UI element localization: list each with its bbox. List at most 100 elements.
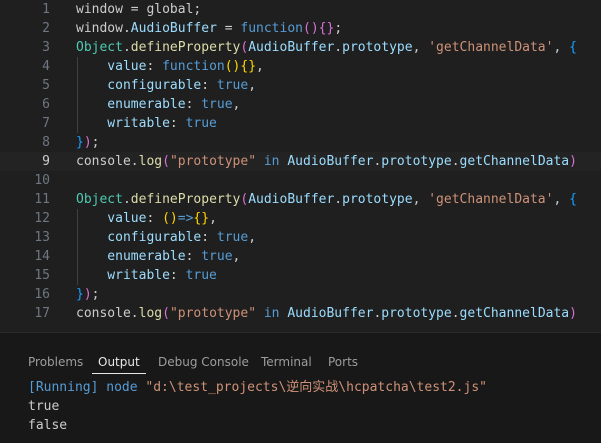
tab-problems[interactable]: Problems — [28, 351, 83, 373]
code-token: AudioBuffer — [130, 21, 217, 36]
code-line[interactable]: 16}); — [0, 285, 601, 304]
code-token: : — [169, 116, 186, 131]
code-editor[interactable]: 1 window = global; 2 window.AudioBuffer = f… — [0, 0, 601, 332]
code-token: = — [122, 2, 147, 17]
code-token: . — [122, 21, 131, 36]
code-line[interactable]: 17 console.log("prototype" in AudioBuffer… — [0, 304, 601, 323]
code-line[interactable]: 11 Object.defineProperty(AudioBuffer.prot… — [0, 190, 601, 209]
code-token: } — [76, 135, 84, 150]
code-token: , — [209, 211, 217, 226]
line-number: 3 — [42, 40, 50, 55]
line-code: Object.defineProperty(AudioBuffer.protot… — [76, 38, 577, 57]
code-token: , — [412, 192, 429, 207]
code-token: . — [451, 306, 460, 321]
code-token: , — [412, 40, 429, 55]
code-line[interactable]: 1 window = global; — [0, 0, 601, 19]
line-code: }); — [76, 285, 99, 304]
code-token: ( — [162, 154, 170, 169]
code-token: . — [130, 154, 139, 169]
code-token: console — [76, 306, 131, 321]
bottom-panel: Problems Output Debug Console Terminal P… — [0, 332, 601, 443]
code-line[interactable]: 10 — [0, 171, 601, 190]
code-token: true — [216, 230, 249, 245]
code-token: 'getChannelData' — [428, 192, 554, 207]
code-token: {} — [193, 211, 210, 226]
line-number: 2 — [42, 21, 50, 36]
code-token: prototype — [342, 40, 413, 55]
tab-debug-console[interactable]: Debug Console — [158, 351, 249, 373]
code-token: : — [146, 59, 163, 74]
code-token: writable — [76, 116, 170, 131]
code-token: value — [76, 211, 147, 226]
code-token: true — [201, 249, 233, 264]
line-number: 14 — [34, 249, 50, 264]
line-code: console.log("prototype" in AudioBuffer.p… — [76, 304, 577, 323]
code-line[interactable]: 7 writable: true — [0, 114, 601, 133]
code-line[interactable]: 2 window.AudioBuffer = function(){}; — [0, 19, 601, 38]
code-line[interactable]: 3 Object.defineProperty(AudioBuffer.proto… — [0, 38, 601, 57]
code-token: configurable — [76, 78, 202, 93]
line-number: 5 — [42, 78, 50, 93]
code-token: Object — [76, 40, 123, 55]
code-token: : — [185, 249, 202, 264]
code-token: . — [130, 306, 139, 321]
line-number: 8 — [42, 135, 50, 150]
code-token: => — [177, 211, 194, 226]
code-token: configurable — [76, 230, 202, 245]
code-line[interactable]: 12 value: ()=>{}, — [0, 209, 601, 228]
code-token: "prototype" — [169, 154, 257, 169]
line-code: }); — [76, 133, 99, 152]
output-line-2: false — [28, 418, 68, 433]
code-line[interactable]: 13 configurable: true, — [0, 228, 601, 247]
code-line[interactable]: 14 enumerable: true, — [0, 247, 601, 266]
code-line[interactable]: 8}); — [0, 133, 601, 152]
code-line[interactable]: 4 value: function(){}, — [0, 57, 601, 76]
tab-ports[interactable]: Ports — [328, 351, 358, 373]
output-running-line: [Running] node "d:\test_projects\逆向实战\hc… — [28, 378, 487, 397]
code-token: . — [122, 40, 131, 55]
active-tab-indicator — [92, 373, 146, 374]
line-code: enumerable: true, — [76, 247, 240, 266]
code-token: defineProperty — [130, 40, 241, 55]
code-token: value — [76, 59, 147, 74]
code-token: ; — [334, 21, 343, 36]
code-token: log — [138, 154, 163, 169]
code-token: AudioBuffer — [248, 192, 335, 207]
code-line[interactable]: 9 console.log("prototype" in AudioBuffer.… — [0, 152, 601, 171]
code-line[interactable]: 6 enumerable: true, — [0, 95, 601, 114]
code-token: true — [185, 268, 217, 283]
line-code: writable: true — [76, 266, 217, 285]
line-number: 13 — [34, 230, 50, 245]
code-token: . — [451, 154, 460, 169]
code-token: getChannelData — [459, 154, 570, 169]
code-token: writable — [76, 268, 170, 283]
code-token: { — [569, 40, 577, 55]
line-code: window = global; — [76, 0, 201, 19]
code-token: function — [240, 21, 303, 36]
line-code: value: function(){}, — [76, 57, 264, 76]
code-token: ) — [83, 135, 92, 150]
tab-output[interactable]: Output — [98, 351, 140, 373]
code-token: 'getChannelData' — [428, 40, 554, 55]
code-token: true — [216, 78, 249, 93]
code-line[interactable]: 5 configurable: true, — [0, 76, 601, 95]
code-token: : — [185, 97, 202, 112]
code-token: ) — [83, 287, 92, 302]
line-code: configurable: true, — [76, 76, 256, 95]
line-code: console.log("prototype" in AudioBuffer.p… — [76, 152, 577, 171]
code-token: global — [146, 2, 194, 17]
code-token: "prototype" — [169, 306, 257, 321]
code-token: ( — [162, 306, 170, 321]
panel-tabs: Problems Output Debug Console Terminal P… — [0, 333, 601, 374]
tab-terminal[interactable]: Terminal — [261, 351, 312, 373]
code-token: in — [256, 154, 288, 169]
line-number: 9 — [42, 154, 50, 169]
code-token: prototype — [342, 192, 413, 207]
code-token: window — [76, 2, 123, 17]
line-code: Object.defineProperty(AudioBuffer.protot… — [76, 190, 577, 209]
code-token: AudioBuffer — [287, 154, 374, 169]
code-token: : — [169, 268, 186, 283]
code-token: {} — [318, 21, 335, 36]
code-line[interactable]: 15 writable: true — [0, 266, 601, 285]
code-token: , — [553, 40, 570, 55]
